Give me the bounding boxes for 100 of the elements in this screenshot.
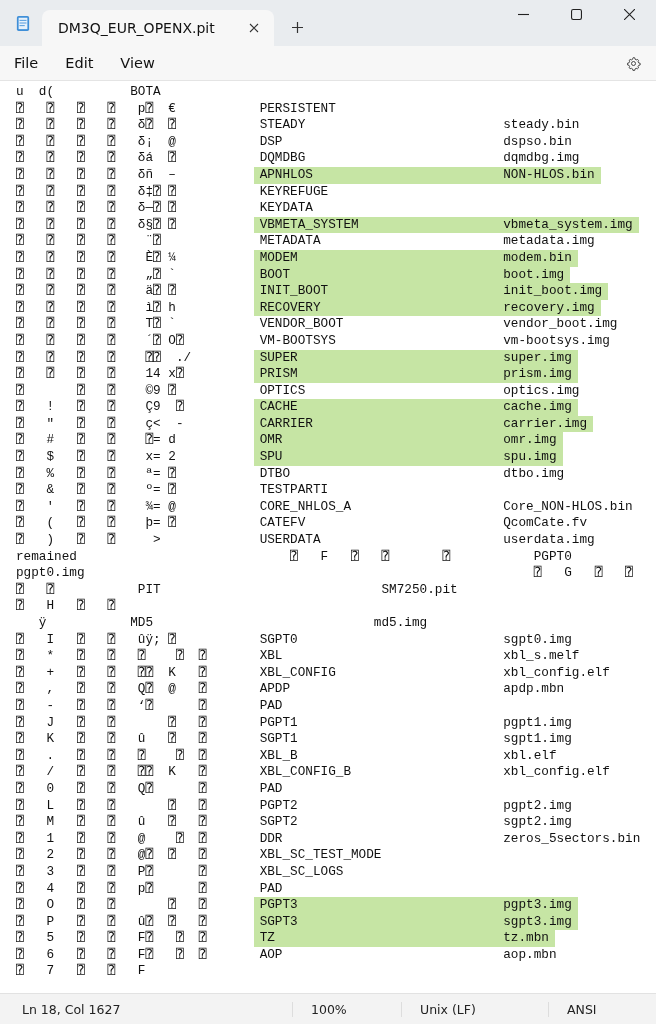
file-name: sgpt1.img — [503, 731, 572, 748]
text-line: ⍰ ⍰ ⍰ ⍰ δ§⍰ ⍰ — [16, 216, 177, 233]
text-line: ⍰ P ⍰ ⍰ û⍰ ⍰ ⍰ — [16, 913, 208, 930]
text-line: ⍰ ' ⍰ ⍰ ¾= @ — [16, 498, 177, 515]
text-line: ⍰ ⍰ ⍰ ⍰ T⍰ ` — [16, 316, 177, 333]
text-line: ⍰ / ⍰ ⍰ ⍰⍰ K ⍰ — [16, 764, 208, 781]
partition-name: VM-BOOTSYS — [259, 332, 337, 350]
notepad-icon — [16, 14, 30, 32]
text-line: ⍰ H ⍰ ⍰ — [16, 598, 115, 615]
file-name: xbl_s.melf — [503, 648, 580, 665]
text-line: ⍰ I ⍰ ⍰ ûÿ; ⍰ — [16, 631, 177, 648]
partition-name: AOP — [259, 946, 284, 964]
file-name: pgpt1.img — [503, 714, 572, 732]
partition-name: PERSISTENT — [259, 100, 337, 118]
partition-name: USERDATA — [259, 532, 322, 549]
partition-name: PGPT2 — [259, 797, 299, 815]
partition-name: DDR — [259, 830, 284, 848]
file-name: NON-HLOS.bin — [503, 166, 595, 184]
text-line: ⍰ ⍰ ⍰ ⍰ p⍰ € — [16, 100, 177, 117]
text-line: remained ⍰ F ⍰ ⍰ ⍰ PGPT0 — [16, 548, 572, 565]
text-line: ⍰ J ⍰ ⍰ ⍰ ⍰ — [16, 714, 208, 731]
partition-name: TESTPARTI — [259, 482, 330, 499]
text-line: ⍰ ⍰ ⍰ ⍰ ´⍰ O⍰ — [16, 332, 185, 350]
partition-name: DQMDBG — [259, 150, 307, 167]
text-line: ⍰ ⍰ ⍰ ⍰ ⍰⍰ ./ — [16, 349, 193, 366]
add-tab-icon[interactable] — [292, 22, 303, 33]
text-line: ⍰ M ⍰ ⍰ û ⍰ ⍰ — [16, 814, 208, 831]
status-item: Ln 18, Col 1627 — [22, 1001, 122, 1017]
partition-name: SGPT2 — [259, 814, 299, 831]
settings-icon[interactable] — [626, 55, 641, 71]
menu-item[interactable]: View — [120, 55, 155, 71]
text-line: ⍰ ⍰ ⍰ ⍰ È⍰ ¼ — [16, 249, 177, 267]
text-line: ⍰ ⍰ ⍰ ⍰ δ¡ @ — [16, 133, 177, 150]
partition-name: VBMETA_SYSTEM — [259, 216, 360, 234]
partition-name: APNHLOS — [259, 166, 314, 184]
text-line: ⍰ ( ⍰ ⍰ þ= ⍰ — [16, 515, 177, 532]
partition-name: STEADY — [259, 117, 307, 134]
text-line: ⍰ ⍰ ⍰ ⍰ „⍰ ` — [16, 266, 177, 283]
file-name: steady.bin — [503, 117, 580, 134]
partition-name: RECOVERY — [259, 299, 322, 317]
text-line: ⍰ , ⍰ ⍰ Q⍰ @ ⍰ — [16, 681, 208, 698]
text-line: ⍰ K ⍰ ⍰ û ⍰ ⍰ — [16, 731, 208, 748]
partition-name: BOOT — [259, 266, 292, 284]
partition-name: SGPT1 — [259, 731, 299, 748]
partition-name: SUPER — [259, 349, 299, 367]
file-name: QcomCate.fv — [503, 515, 587, 533]
partition-name: PAD — [259, 697, 284, 715]
text-line: ⍰ 5 ⍰ ⍰ F⍰ ⍰ ⍰ — [16, 930, 208, 947]
text-line: ⍰ ! ⍰ ⍰ Ç9 ⍰ — [16, 399, 185, 416]
partition-name: SGPT3 — [259, 913, 299, 931]
file-name: dtbo.img — [503, 465, 565, 483]
partition-name: INIT_BOOT — [259, 283, 330, 300]
text-line: ⍰ 0 ⍰ ⍰ Q⍰ ⍰ — [16, 780, 208, 798]
text-line: ⍰ ⍰ ⍰ ⍰ δñ – — [16, 166, 177, 184]
menu-item[interactable]: File — [14, 55, 39, 71]
partition-name: PGPT1 — [259, 714, 299, 732]
partition-name: KEYDATA — [259, 200, 314, 217]
file-name: sgpt0.img — [503, 631, 572, 649]
file-tab[interactable]: DM3Q_EUR_OPENX.pit — [42, 10, 274, 46]
file-name: boot.img — [503, 266, 565, 284]
partition-name: CACHE — [259, 399, 299, 416]
text-line: ⍰ ⍰ PIT SM7250.pit — [16, 581, 458, 598]
partition-name: XBL — [259, 648, 284, 665]
partition-name: PRISM — [259, 366, 299, 383]
text-line: pgpt0.img ⍰ G ⍰ ⍰ — [16, 565, 633, 582]
text-line: ⍰ - ⍰ ⍰ ‘⍰ ⍰ — [16, 697, 208, 715]
partition-name: VENDOR_BOOT — [259, 316, 345, 333]
file-name: apdp.mbn — [503, 681, 565, 698]
file-name: metadata.img — [503, 233, 595, 250]
file-name: vbmeta_system.img — [503, 216, 633, 234]
partition-name: CORE_NHLOS_A — [259, 498, 352, 516]
text-line: ⍰ " ⍰ ⍰ ç< - — [16, 415, 185, 432]
menu-item[interactable]: Edit — [65, 55, 94, 71]
text-line: ⍰ ⍰ ⍰ ⍰ δ⍰ ⍰ — [16, 117, 177, 134]
text-line: ⍰ L ⍰ ⍰ ⍰ ⍰ — [16, 797, 208, 814]
partition-name: MODEM — [259, 249, 299, 267]
text-line: ⍰ # ⍰ ⍰ ⍰= d — [16, 432, 177, 449]
file-name: xbl_config.elf — [503, 764, 610, 781]
file-name: omr.img — [503, 432, 557, 450]
text-line: ⍰ . ⍰ ⍰ ⍰ ⍰ ⍰ — [16, 747, 208, 764]
partition-name: DTBO — [259, 465, 292, 483]
partition-name: SPU — [259, 449, 284, 466]
text-line: ⍰ 1 ⍰ ⍰ @ ⍰ ⍰ — [16, 830, 208, 847]
text-line: ⍰ % ⍰ ⍰ ª= ⍰ — [16, 465, 177, 482]
text-line: ⍰ ⍰ ⍰ ⍰ ¨⍰ — [16, 233, 162, 250]
partition-name: XBL_B — [259, 747, 299, 765]
file-name: dspso.bin — [503, 133, 572, 151]
partition-name: OPTICS — [259, 382, 307, 400]
partition-name: XBL_CONFIG — [259, 664, 337, 682]
maximize-icon[interactable] — [571, 9, 582, 20]
close-icon[interactable] — [248, 23, 259, 33]
file-name: cache.img — [503, 399, 572, 416]
status-item: ANSI — [548, 1001, 597, 1017]
partition-name: XBL_SC_TEST_MODE — [259, 847, 383, 864]
file-name: sgpt3.img — [503, 913, 572, 931]
file-name: xbl.elf — [503, 747, 557, 765]
close-icon[interactable] — [624, 9, 635, 20]
file-name: carrier.img — [503, 415, 587, 433]
text-line: ⍰ ) ⍰ ⍰ > — [16, 532, 162, 549]
file-name: super.img — [503, 349, 572, 367]
